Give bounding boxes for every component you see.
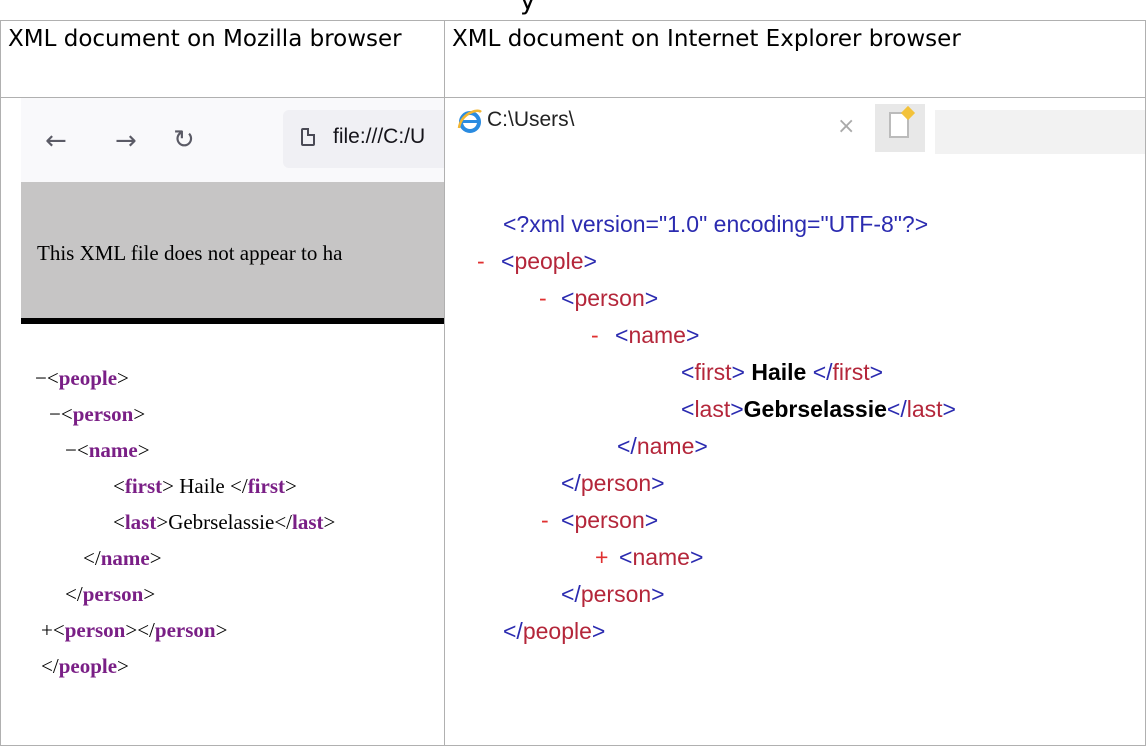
url-text: file:///C:/U	[333, 125, 426, 148]
reload-icon[interactable]: ↻	[173, 127, 195, 153]
collapse-toggle[interactable]: −	[49, 402, 61, 426]
collapse-toggle[interactable]: -	[591, 317, 599, 354]
internet-explorer-icon	[457, 109, 482, 133]
xml-info-banner: This XML file does not appear to ha	[21, 182, 444, 318]
tree-line-person-collapsed: +<person></person>	[41, 618, 228, 642]
arrow-left-icon[interactable]: ←	[45, 128, 67, 154]
header-cell-mozilla: XML document on Mozilla browser	[0, 20, 445, 98]
collapse-toggle[interactable]: -	[541, 502, 549, 539]
collapse-toggle[interactable]: -	[539, 280, 547, 317]
ie-screenshot: C:\Users\ × <?xml version="1.0" encoding…	[445, 98, 1145, 745]
page-icon	[301, 128, 315, 146]
ie-tab-title: C:\Users\	[487, 108, 575, 131]
tree-line-name-close: </name>	[83, 546, 162, 570]
url-bar[interactable]: file:///C:/U	[283, 110, 444, 168]
mozilla-screenshot-cell: ← → ↻ file:///C:/U This XML file does no…	[0, 97, 445, 746]
comparison-table: XML document on Mozilla browser XML docu…	[0, 20, 1146, 746]
tree-line-name-open: −<name>	[65, 438, 150, 462]
header-ie: XML document on Internet Explorer browse…	[452, 26, 961, 52]
tree-line-people-close: </people>	[41, 654, 129, 678]
tree-line-people-open: −<people>	[35, 366, 129, 390]
tree-line-first: <first> Haile </first>	[113, 474, 297, 498]
firefox-toolbar: ← → ↻ file:///C:/U	[21, 98, 444, 182]
collapse-toggle[interactable]: −	[35, 366, 47, 390]
collapse-toggle[interactable]: -	[477, 243, 485, 280]
ie-screenshot-cell: C:\Users\ × <?xml version="1.0" encoding…	[444, 97, 1146, 746]
ie-tab-strip	[935, 110, 1145, 154]
header-cell-ie: XML document on Internet Explorer browse…	[444, 20, 1146, 98]
arrow-right-icon[interactable]: →	[115, 128, 137, 154]
new-tab-button[interactable]	[875, 104, 925, 152]
tree-line-person-close: </person>	[65, 582, 156, 606]
header-mozilla: XML document on Mozilla browser	[8, 26, 402, 52]
cropped-caption-line: y	[520, 0, 536, 16]
tree-line-person-open: −<person>	[49, 402, 146, 426]
banner-divider	[21, 318, 444, 324]
tree-line-last: <last>Gebrselassie</last>	[113, 510, 336, 534]
collapse-toggle[interactable]: −	[65, 438, 77, 462]
expand-toggle[interactable]: +	[595, 539, 608, 576]
firefox-screenshot: ← → ↻ file:///C:/U This XML file does no…	[21, 98, 444, 745]
banner-text: This XML file does not appear to ha	[37, 241, 343, 265]
expand-toggle[interactable]: +	[41, 618, 53, 642]
firefox-xml-tree: −<people> −<person> −<name> <first> Hail…	[21, 360, 335, 684]
close-tab-icon[interactable]: ×	[837, 114, 855, 139]
